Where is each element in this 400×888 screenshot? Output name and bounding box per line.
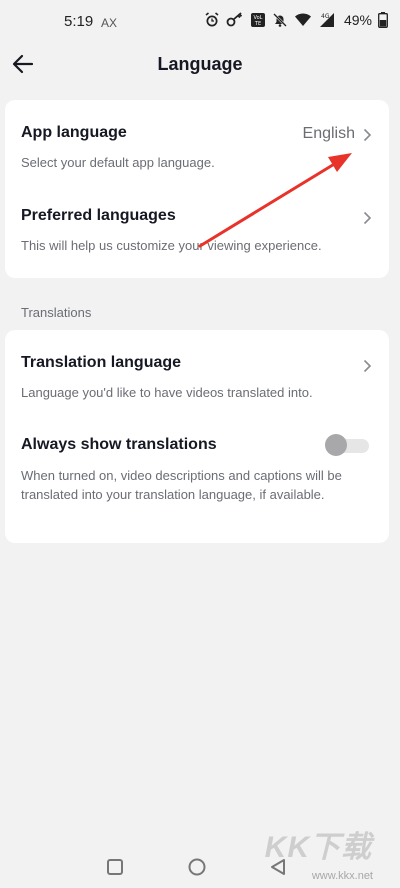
language-card: App language English Select your default…	[5, 100, 389, 278]
always-show-translations-description: When turned on, video descriptions and c…	[21, 468, 342, 502]
status-carrier: AX	[101, 16, 118, 30]
preferred-languages-title: Preferred languages	[21, 207, 176, 224]
preferred-languages-description: This will help us customize your viewing…	[21, 238, 322, 253]
app-language-row[interactable]: App language English Select your default…	[5, 100, 389, 186]
page-title: Language	[157, 54, 243, 74]
home-circle-icon	[188, 858, 206, 876]
always-show-translations-row: Always show translations When turned on,…	[5, 414, 389, 543]
translation-language-row[interactable]: Translation language Language you'd like…	[5, 330, 389, 414]
watermark-url: www.kkx.net	[311, 870, 373, 882]
network-type: 4G	[321, 13, 330, 20]
always-show-translations-toggle[interactable]	[325, 432, 369, 456]
mute-icon	[272, 12, 288, 28]
volte-icon: VoL TE	[250, 12, 266, 28]
battery-percent: 49%	[343, 12, 372, 28]
header: Language	[0, 44, 400, 84]
alarm-icon	[204, 12, 220, 28]
signal-icon: 4G	[318, 12, 336, 28]
always-show-translations-title: Always show translations	[21, 436, 217, 453]
app-language-title: App language	[21, 124, 127, 141]
translations-section-label: Translations	[21, 305, 92, 320]
chevron-right-icon	[363, 359, 372, 373]
app-language-value: English	[302, 125, 355, 142]
recents-square-icon	[107, 859, 123, 875]
translation-language-title: Translation language	[21, 354, 182, 371]
status-icons: VoL TE 4G 49%	[204, 12, 388, 28]
svg-text:TE: TE	[254, 21, 261, 27]
translation-language-description: Language you'd like to have videos trans…	[21, 385, 313, 400]
chevron-right-icon	[363, 211, 372, 225]
app-language-description: Select your default app language.	[21, 155, 215, 170]
status-bar: 5:19 AX VoL TE 4G 49%	[0, 0, 400, 44]
wifi-icon	[294, 12, 312, 28]
translations-card: Translation language Language you'd like…	[5, 330, 389, 543]
recents-button[interactable]	[103, 855, 127, 879]
watermark-logo: KK下载	[264, 831, 372, 864]
chevron-right-icon	[363, 128, 372, 142]
home-button[interactable]	[185, 855, 209, 879]
toggle-knob	[325, 434, 347, 456]
key-icon	[226, 12, 244, 28]
status-time: 5:19	[64, 13, 94, 30]
preferred-languages-row[interactable]: Preferred languages This will help us cu…	[5, 186, 389, 278]
battery-icon	[378, 12, 388, 28]
